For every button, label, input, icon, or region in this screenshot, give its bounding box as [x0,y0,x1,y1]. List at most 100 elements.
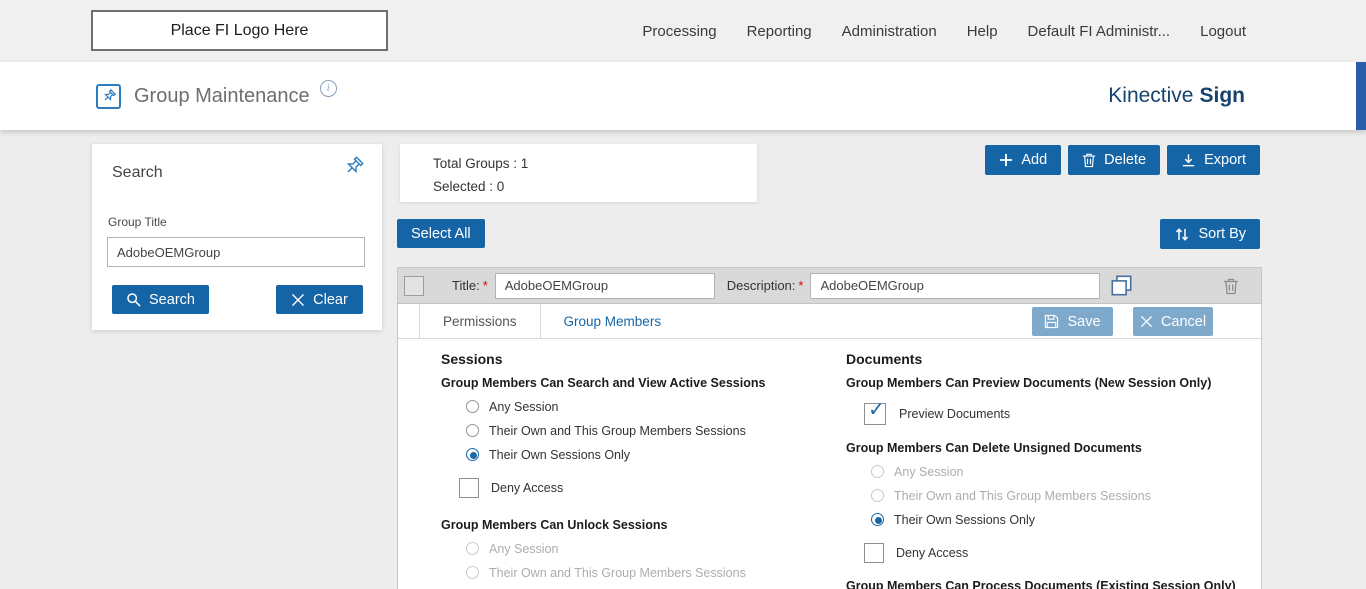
deny-access-checkbox[interactable] [864,543,884,563]
add-button[interactable]: Add [985,145,1061,175]
radio-button[interactable] [871,513,884,526]
page-header-left: Group Maintenance i [96,62,337,130]
radio-label: Any Session [489,400,558,414]
radio-button[interactable] [466,566,479,579]
radio-label: Any Session [894,465,963,479]
cancel-button-label: Cancel [1161,314,1206,330]
nav-item-administration[interactable]: Administration [842,23,937,40]
radio-option-row: Any Session [466,540,826,557]
description-required-marker: * [798,278,803,293]
search-panel-title: Search [112,164,163,182]
add-button-label: Add [1021,152,1047,168]
row-trash-icon[interactable] [1223,277,1239,295]
save-button[interactable]: Save [1032,307,1113,336]
sessions-column: Sessions Group Members Can Search and Vi… [441,351,826,589]
title-input[interactable] [495,273,715,299]
brand-name: Kinective [1108,84,1193,108]
delete-button[interactable]: Delete [1068,145,1160,175]
radio-label: Their Own Sessions Only [894,513,1035,527]
select-all-button[interactable]: Select All [397,219,485,248]
sort-arrows-icon [1174,227,1190,242]
export-button[interactable]: Export [1167,145,1260,175]
fi-logo-placeholder: Place FI Logo Here [91,10,388,51]
trash-icon [1082,152,1096,168]
sort-by-button[interactable]: Sort By [1160,219,1260,249]
tab-permissions[interactable]: Permissions [419,304,541,338]
group-title-label: Group Title [108,215,167,229]
radio-label: Any Session [489,542,558,556]
deny-access-label: Deny Access [896,546,968,560]
select-all-label: Select All [411,226,471,242]
scrollbar-thumb[interactable] [1356,62,1366,130]
nav-item-logout[interactable]: Logout [1200,23,1246,40]
save-floppy-icon [1044,314,1059,329]
radio-option-row: Any Session [466,398,826,415]
pin-icon[interactable] [342,156,364,183]
description-input[interactable] [810,273,1100,299]
deny-access-label: Deny Access [491,481,563,495]
permission-group-label: Group Members Can Delete Unsigned Docume… [846,441,1251,456]
download-icon [1181,153,1196,168]
copy-icon[interactable] [1110,274,1133,297]
clear-button[interactable]: Clear [276,285,363,314]
nav-item-help[interactable]: Help [967,23,998,40]
save-button-label: Save [1067,314,1100,330]
permission-group-label: Group Members Can Process Documents (Exi… [846,579,1251,589]
radio-option-row: Their Own and This Group Members Session… [466,564,826,581]
group-summary: Total Groups : 1 Selected : 0 [400,144,757,202]
radio-button[interactable] [871,489,884,502]
cancel-button[interactable]: Cancel [1133,307,1213,336]
group-card: Title: * Description: * Permissions Grou… [397,267,1262,589]
radio-label: Their Own and This Group Members Session… [894,489,1151,503]
brand-logo: Kinective Sign [1108,62,1245,130]
documents-column: Documents Group Members Can Preview Docu… [846,351,1251,589]
radio-option-row: Any Session [871,463,1251,480]
search-panel: Search Group Title Search Clear [92,144,382,330]
cancel-x-icon [1140,315,1153,328]
search-button[interactable]: Search [112,285,209,314]
radio-label: Their Own Sessions Only [489,448,630,462]
preview-documents-row: Preview Documents [864,403,1251,425]
sessions-heading: Sessions [441,351,826,368]
group-row-header: Title: * Description: * [398,268,1261,304]
title-required-marker: * [483,278,488,293]
nav-item-reporting[interactable]: Reporting [747,23,812,40]
clear-x-icon [291,293,305,307]
permission-group-label: Group Members Can Preview Documents (New… [846,376,1251,391]
top-navigation: Processing Reporting Administration Help… [642,0,1246,62]
title-field-label: Title: [452,278,480,293]
radio-button[interactable] [466,542,479,555]
radio-button[interactable] [871,465,884,478]
delete-button-label: Delete [1104,152,1146,168]
top-bar: Place FI Logo Here Processing Reporting … [0,0,1366,62]
permission-group-label: Group Members Can Search and View Active… [441,376,826,391]
radio-label: Their Own and This Group Members Session… [489,424,746,438]
group-row-checkbox[interactable] [404,276,424,296]
radio-option-row: Their Own and This Group Members Session… [871,487,1251,504]
plus-icon [999,153,1013,167]
deny-access-checkbox[interactable] [459,478,479,498]
documents-heading: Documents [846,351,1251,368]
tab-group-members[interactable]: Group Members [541,304,685,338]
radio-button[interactable] [466,400,479,413]
tab-strip: Permissions Group Members Save Cancel [398,304,1261,339]
radio-option-row: Their Own Sessions Only [466,446,826,463]
radio-button[interactable] [466,424,479,437]
radio-label: Their Own and This Group Members Session… [489,566,746,580]
clear-button-label: Clear [313,292,348,308]
description-field-label: Description: [727,278,796,293]
deny-access-row: Deny Access [459,477,826,498]
info-icon[interactable]: i [320,80,337,97]
preview-documents-checkbox[interactable] [864,403,886,425]
nav-item-processing[interactable]: Processing [642,23,716,40]
group-title-input[interactable] [107,237,365,267]
radio-button[interactable] [466,448,479,461]
page-title: Group Maintenance [134,85,310,108]
nav-item-user-menu[interactable]: Default FI Administr... [1028,23,1171,40]
sort-by-label: Sort By [1198,226,1246,242]
preview-documents-label: Preview Documents [899,407,1010,421]
total-groups-text: Total Groups : 1 [433,152,757,175]
brand-product: Sign [1200,84,1246,108]
permission-group-label: Group Members Can Unlock Sessions [441,518,826,533]
search-icon [126,292,141,307]
